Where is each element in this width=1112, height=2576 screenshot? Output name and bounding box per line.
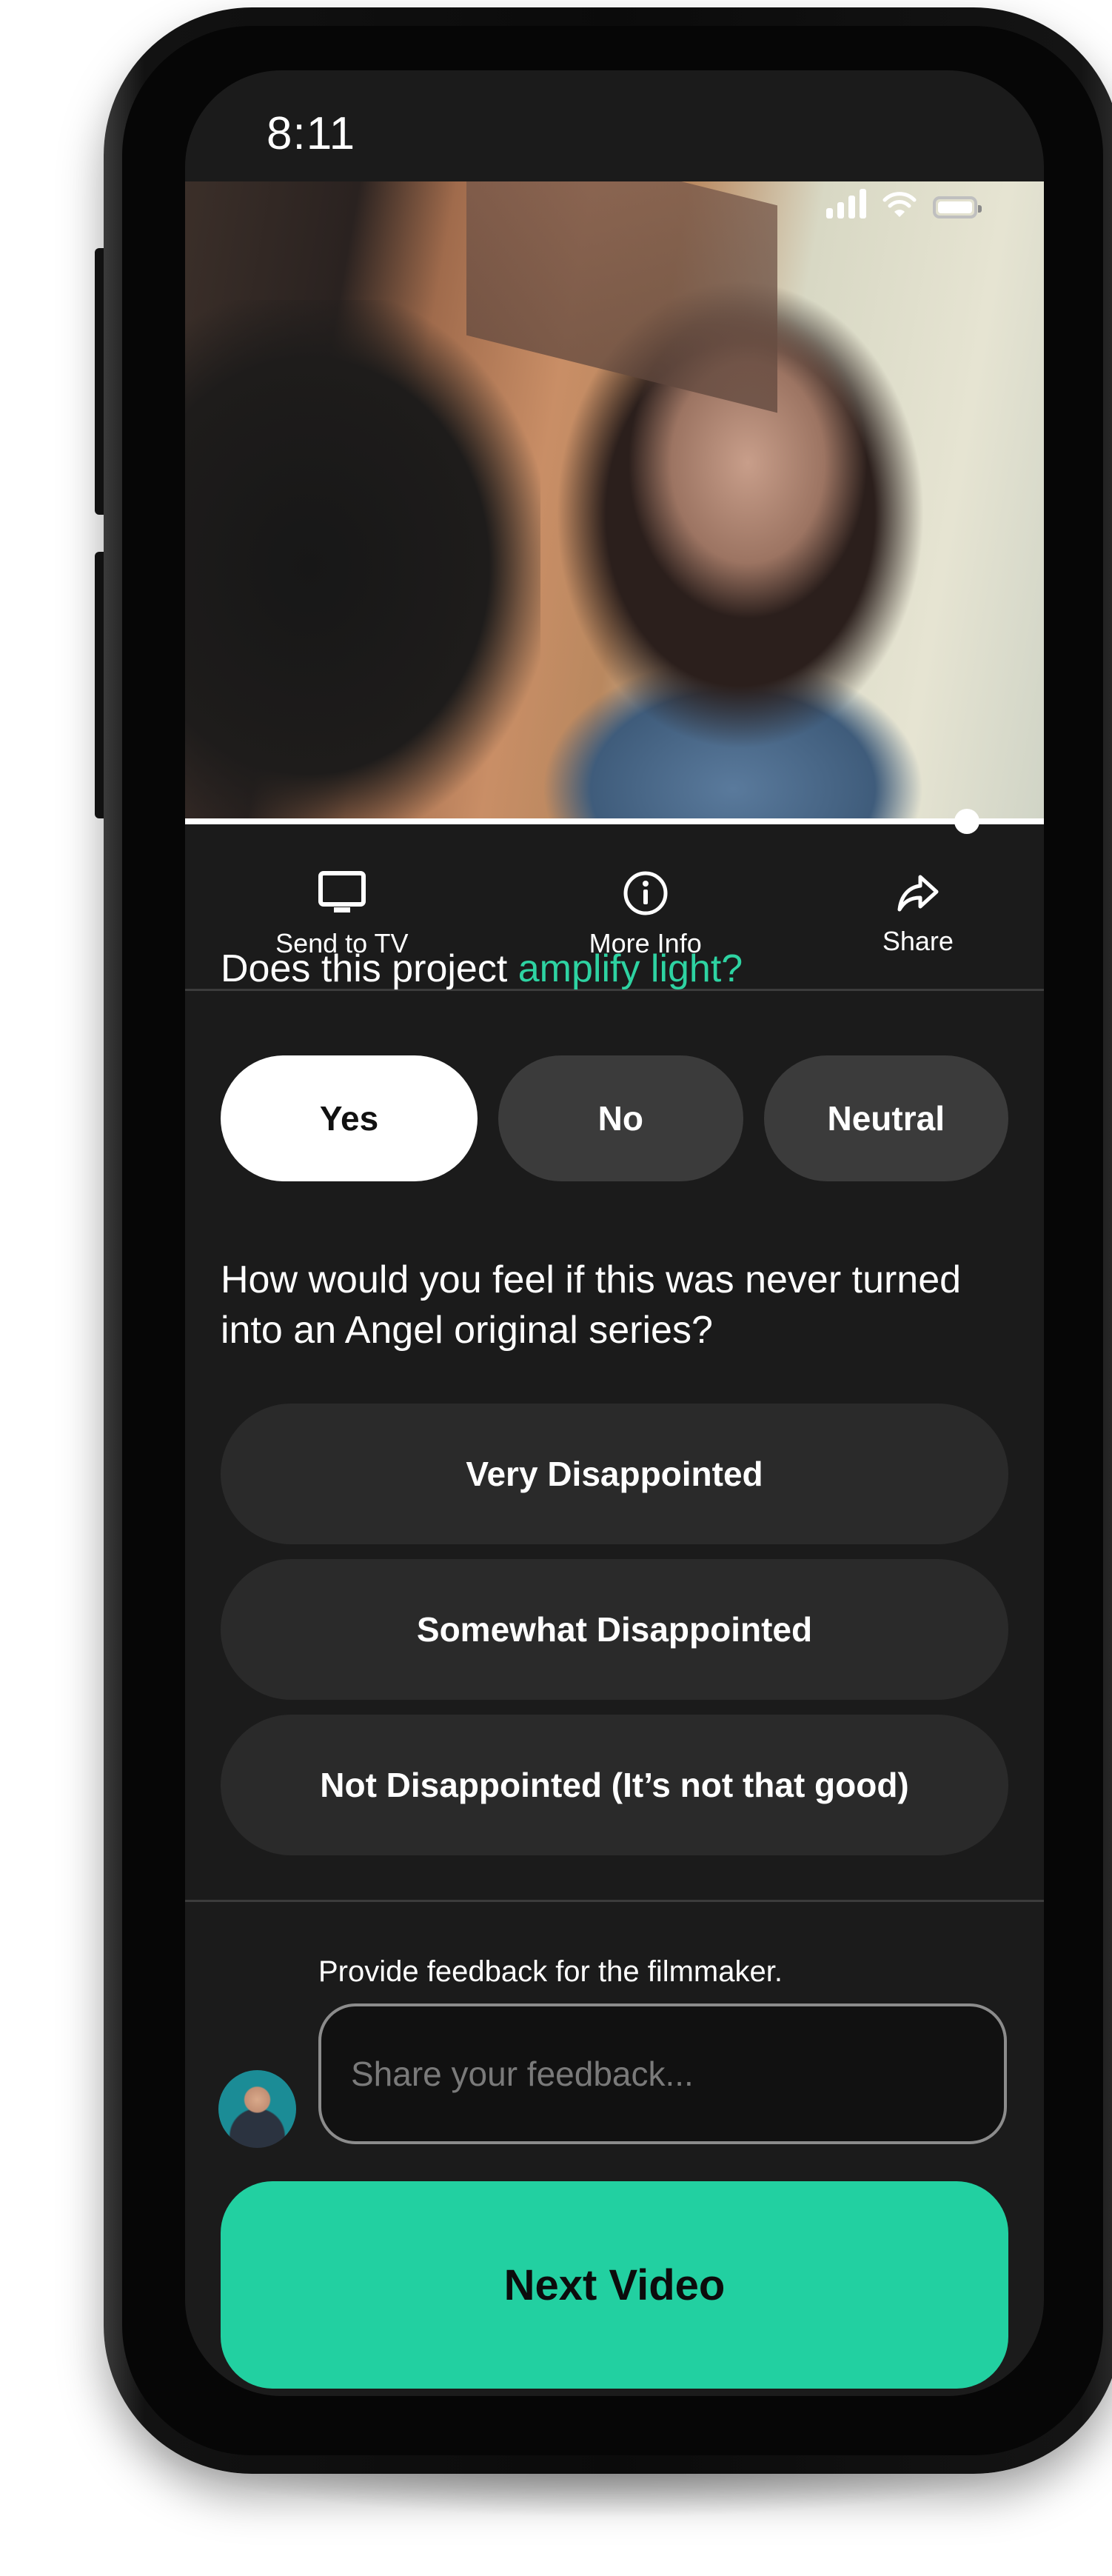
option-somewhat-disappointed-button[interactable]: Somewhat Disappointed bbox=[221, 1559, 1008, 1700]
question-amplify-light: Does this project amplify light? bbox=[221, 944, 1008, 995]
tv-icon bbox=[318, 871, 366, 912]
divider bbox=[185, 1900, 1044, 1902]
feedback-label: Provide feedback for the filmmaker. bbox=[318, 1955, 783, 1988]
cellular-signal-icon bbox=[826, 189, 866, 218]
status-bar: 8:11 bbox=[185, 70, 1044, 181]
battery-icon bbox=[933, 196, 982, 218]
user-avatar bbox=[218, 2070, 296, 2148]
option-not-disappointed-button[interactable]: Not Disappointed (It’s not that good) bbox=[221, 1715, 1008, 1855]
video-player[interactable] bbox=[185, 181, 1044, 818]
amplify-light-options: Yes No Neutral bbox=[221, 1055, 1008, 1181]
info-icon bbox=[623, 871, 668, 915]
question-series-disappointment: How would you feel if this was never tur… bbox=[221, 1258, 962, 1352]
next-video-button[interactable]: Next Video bbox=[221, 2181, 1008, 2389]
feedback-input[interactable] bbox=[318, 2003, 1007, 2144]
option-yes-button[interactable]: Yes bbox=[221, 1055, 478, 1181]
option-neutral-button[interactable]: Neutral bbox=[763, 1055, 1008, 1181]
phone-screen: 8:11 Send to TV More Info Share Does thi… bbox=[185, 70, 1044, 2396]
question-1-highlight: amplify light? bbox=[518, 947, 743, 990]
wifi-icon bbox=[882, 192, 917, 217]
video-progress-bar[interactable] bbox=[185, 809, 1044, 834]
option-very-disappointed-button[interactable]: Very Disappointed bbox=[221, 1404, 1008, 1544]
status-time: 8:11 bbox=[267, 108, 356, 159]
option-no-button[interactable]: No bbox=[498, 1055, 743, 1181]
video-scene-figure bbox=[185, 300, 540, 818]
video-scrubber-handle[interactable] bbox=[954, 809, 979, 834]
status-icons bbox=[826, 189, 982, 218]
share-arrow-icon bbox=[897, 875, 939, 912]
question-1-prefix: Does this project bbox=[221, 947, 518, 990]
